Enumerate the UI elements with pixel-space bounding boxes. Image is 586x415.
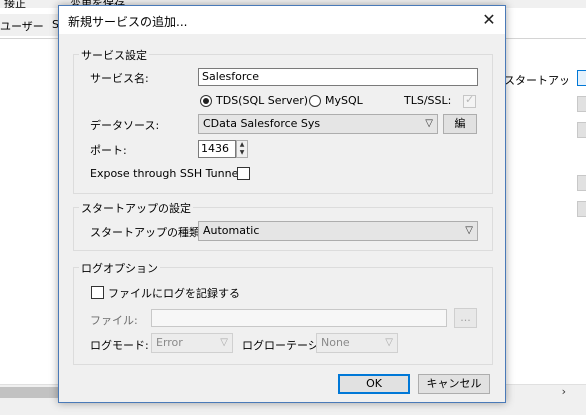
- close-icon[interactable]: ✕: [473, 6, 505, 34]
- log-file-input[interactable]: [151, 309, 447, 327]
- chevron-down-icon: ▽: [465, 225, 473, 236]
- chevron-down-icon: ▽: [220, 337, 228, 348]
- dialog-titlebar[interactable]: 新規サービスの追加... ✕: [59, 6, 505, 34]
- log-rotation-select[interactable]: None ▽: [316, 333, 398, 353]
- spin-down-icon[interactable]: ▼: [237, 149, 247, 157]
- edit-datasource-button[interactable]: 編: [443, 114, 477, 134]
- side-button[interactable]: [577, 175, 586, 191]
- log-rotation-label: ログローテーション:: [242, 339, 316, 352]
- service-name-label: サービス名:: [90, 72, 149, 85]
- tls-label: TLS/SSL:: [404, 94, 452, 107]
- log-mode-select[interactable]: Error ▽: [151, 333, 233, 353]
- service-name-input[interactable]: Salesforce: [198, 68, 478, 86]
- startup-type-label: スタートアップの種類:: [90, 226, 204, 239]
- chevron-down-icon: ▽: [385, 337, 393, 348]
- radio-mysql[interactable]: [309, 95, 321, 107]
- datasource-label: データソース:: [90, 119, 160, 132]
- chevron-down-icon: ▽: [425, 118, 433, 129]
- toolbar-item[interactable]: 接正: [4, 0, 26, 8]
- log-to-file-label[interactable]: ファイルにログを記録する: [108, 285, 240, 301]
- ssh-label: Expose through SSH Tunnel:: [90, 167, 246, 180]
- tab-users[interactable]: ユーザー: [0, 18, 44, 34]
- port-label: ポート:: [90, 144, 127, 157]
- radio-tds-label[interactable]: TDS(SQL Server): [216, 94, 308, 107]
- radio-mysql-label[interactable]: MySQL: [325, 94, 363, 107]
- group-title: ログオプション: [79, 260, 160, 276]
- startup-type-select[interactable]: Automatic ▽: [198, 221, 478, 241]
- ssh-checkbox[interactable]: [237, 167, 250, 180]
- browse-button[interactable]: ...: [454, 308, 477, 328]
- file-label: ファイル:: [90, 314, 138, 327]
- scrollbar-thumb[interactable]: [0, 387, 58, 398]
- datasource-select[interactable]: CData Salesforce Sys ▽: [198, 114, 438, 134]
- port-input[interactable]: 1436: [198, 140, 236, 158]
- ok-button[interactable]: OK: [338, 374, 410, 394]
- tls-checkbox[interactable]: [463, 93, 476, 108]
- add-service-dialog: 新規サービスの追加... ✕ サービス設定 サービス名: Salesforce …: [58, 5, 506, 403]
- dialog-title: 新規サービスの追加...: [68, 15, 188, 29]
- column-header-startup: スタートアップの種: [504, 74, 568, 87]
- side-button[interactable]: [577, 122, 586, 138]
- side-button[interactable]: [577, 70, 586, 86]
- scroll-right-icon[interactable]: ›: [562, 385, 566, 398]
- radio-tds[interactable]: [200, 95, 212, 107]
- side-button[interactable]: [577, 96, 586, 112]
- group-title: サービス設定: [79, 47, 149, 63]
- port-spinner[interactable]: ▲ ▼: [236, 140, 248, 158]
- spin-up-icon[interactable]: ▲: [237, 141, 247, 149]
- log-mode-label: ログモード:: [90, 339, 149, 352]
- cancel-button[interactable]: キャンセル: [418, 374, 490, 394]
- datasource-value: CData Salesforce Sys: [203, 117, 321, 130]
- group-title: スタートアップの設定: [79, 200, 193, 216]
- startup-type-value: Automatic: [203, 224, 260, 237]
- side-button[interactable]: [577, 201, 586, 217]
- log-mode-value: Error: [156, 336, 183, 349]
- log-to-file-checkbox[interactable]: [91, 286, 104, 299]
- log-rotation-value: None: [321, 336, 350, 349]
